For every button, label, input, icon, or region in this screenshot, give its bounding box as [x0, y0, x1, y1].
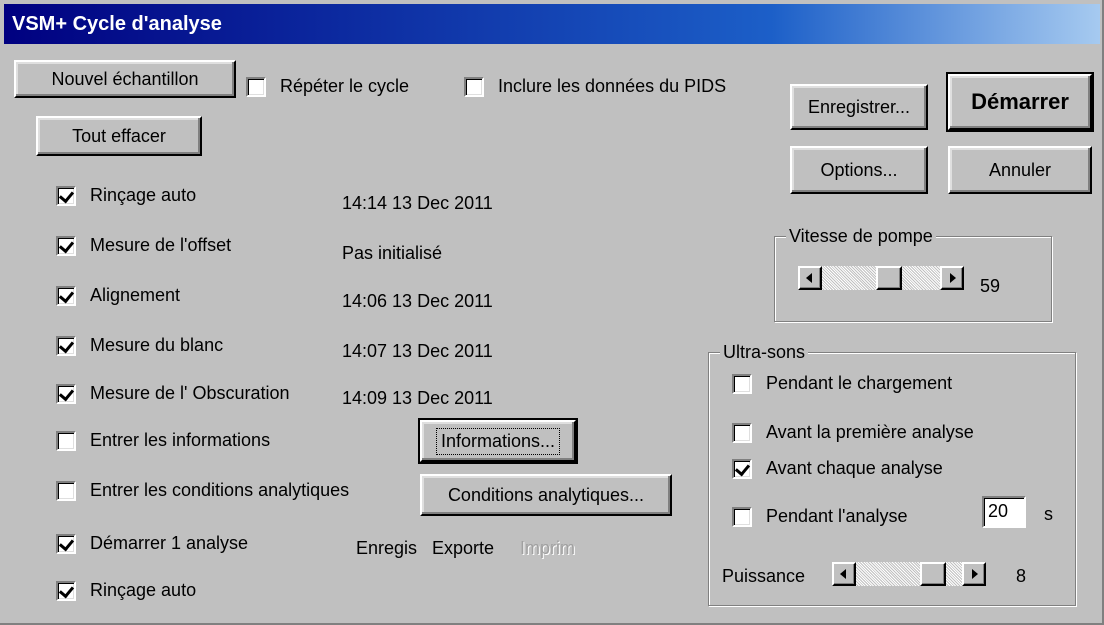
ultrasound-title: Ultra-sons	[720, 342, 809, 363]
include-pids-box[interactable]	[464, 76, 484, 97]
repeat-cycle-checkbox[interactable]: Répéter le cycle	[246, 76, 409, 97]
repeat-cycle-label: Répéter le cycle	[280, 76, 410, 96]
new-sample-button[interactable]: Nouvel échantillon	[14, 60, 236, 98]
pump-speed-title: Vitesse de pompe	[786, 226, 936, 247]
step-start-analysis-label: Démarrer 1 analyse	[90, 533, 249, 553]
us-before-each-label: Avant chaque analyse	[766, 458, 943, 478]
us-before-first-box[interactable]	[732, 422, 752, 443]
information-button[interactable]: Informations...	[418, 418, 578, 464]
us-power-label: Puissance	[722, 566, 806, 586]
step-information-label: Entrer les informations	[90, 430, 271, 450]
save-label: Enregistrer...	[807, 96, 911, 117]
step-alignment-status: 14:06 13 Dec 2011	[342, 291, 493, 311]
window-title: VSM+ Cycle d'analyse	[12, 13, 222, 35]
us-during-loading-label: Pendant le chargement	[766, 373, 953, 393]
step-rinse-2-label: Rinçage auto	[90, 580, 197, 600]
us-before-first-checkbox[interactable]: Avant la première analyse	[732, 422, 974, 443]
pump-speed-track[interactable]	[822, 266, 940, 290]
start-label: Démarrer	[971, 89, 1069, 114]
step-start-analysis-box[interactable]	[56, 533, 76, 554]
us-during-analysis-box[interactable]	[732, 506, 752, 527]
us-during-analysis-label: Pendant l'analyse	[766, 506, 908, 526]
step-information-box[interactable]	[56, 430, 76, 451]
step-conditions-label: Entrer les conditions analytiques	[90, 480, 350, 500]
step-blank-status: 14:07 13 Dec 2011	[342, 341, 493, 361]
pump-speed-value: 59	[980, 276, 1001, 296]
title-bar: VSM+ Cycle d'analyse	[4, 4, 1100, 44]
information-button-label: Informations...	[435, 427, 561, 455]
start-button[interactable]: Démarrer	[946, 72, 1094, 132]
output-save-text: Enregis	[356, 538, 418, 558]
step-offset-label: Mesure de l'offset	[90, 235, 232, 255]
step-row-rinse-1[interactable]: Rinçage auto	[56, 185, 196, 206]
step-alignment-label: Alignement	[90, 285, 181, 305]
us-during-analysis-checkbox[interactable]: Pendant l'analyse	[732, 506, 908, 527]
step-row-offset[interactable]: Mesure de l'offset	[56, 235, 231, 256]
step-row-obscuration[interactable]: Mesure de l' Obscuration	[56, 383, 290, 404]
step-obscuration-status: 14:09 13 Dec 2011	[342, 388, 493, 408]
analytical-conditions-button[interactable]: Conditions analytiques...	[420, 474, 672, 516]
step-row-conditions[interactable]: Entrer les conditions analytiques	[56, 480, 349, 501]
us-during-loading-box[interactable]	[732, 373, 752, 394]
options-button[interactable]: Options...	[790, 146, 928, 194]
us-power-thumb[interactable]	[920, 562, 946, 586]
output-export-text: Exporte	[432, 538, 495, 558]
step-rinse-1-box[interactable]	[56, 185, 76, 206]
cancel-label: Annuler	[988, 159, 1052, 180]
step-row-information[interactable]: Entrer les informations	[56, 430, 270, 451]
dialog-window: VSM+ Cycle d'analyse Nouvel échantillon …	[0, 0, 1104, 625]
pump-speed-thumb[interactable]	[876, 266, 902, 290]
us-power-right-arrow-icon[interactable]	[962, 562, 986, 586]
step-blank-label: Mesure du blanc	[90, 335, 224, 355]
step-obscuration-label: Mesure de l' Obscuration	[90, 383, 290, 403]
save-button[interactable]: Enregistrer...	[790, 84, 928, 130]
step-rinse-2-box[interactable]	[56, 580, 76, 601]
step-conditions-box[interactable]	[56, 480, 76, 501]
include-pids-checkbox[interactable]: Inclure les données du PIDS	[464, 76, 726, 97]
step-row-start-analysis[interactable]: Démarrer 1 analyse	[56, 533, 248, 554]
us-power-left-arrow-icon[interactable]	[832, 562, 856, 586]
step-row-alignment[interactable]: Alignement	[56, 285, 180, 306]
analytical-conditions-label: Conditions analytiques...	[447, 484, 645, 505]
us-duration-unit: s	[1044, 504, 1053, 524]
us-duration-input[interactable]: 20	[982, 496, 1026, 528]
step-rinse-1-label: Rinçage auto	[90, 185, 197, 205]
step-row-rinse-2[interactable]: Rinçage auto	[56, 580, 196, 601]
pump-speed-right-arrow-icon[interactable]	[940, 266, 964, 290]
clear-all-button[interactable]: Tout effacer	[36, 116, 202, 156]
us-before-each-checkbox[interactable]: Avant chaque analyse	[732, 458, 943, 479]
step-row-blank[interactable]: Mesure du blanc	[56, 335, 223, 356]
us-before-first-label: Avant la première analyse	[766, 422, 974, 442]
cancel-button[interactable]: Annuler	[948, 146, 1092, 194]
include-pids-label: Inclure les données du PIDS	[498, 76, 727, 96]
pump-speed-slider[interactable]	[798, 266, 964, 290]
output-print-text: Imprim	[520, 538, 575, 558]
us-power-track[interactable]	[856, 562, 962, 586]
step-rinse-1-status: 14:14 13 Dec 2011	[342, 193, 493, 213]
step-offset-box[interactable]	[56, 235, 76, 256]
options-label: Options...	[820, 159, 898, 180]
us-during-loading-checkbox[interactable]: Pendant le chargement	[732, 373, 952, 394]
us-power-slider[interactable]	[832, 562, 986, 586]
clear-all-label: Tout effacer	[72, 125, 166, 146]
step-blank-box[interactable]	[56, 335, 76, 356]
repeat-cycle-box[interactable]	[246, 76, 266, 97]
pump-speed-left-arrow-icon[interactable]	[798, 266, 822, 290]
step-offset-status: Pas initialisé	[342, 243, 443, 263]
us-before-each-box[interactable]	[732, 458, 752, 479]
us-power-value: 8	[1016, 566, 1027, 586]
new-sample-label: Nouvel échantillon	[51, 68, 199, 89]
step-alignment-box[interactable]	[56, 285, 76, 306]
step-obscuration-box[interactable]	[56, 383, 76, 404]
